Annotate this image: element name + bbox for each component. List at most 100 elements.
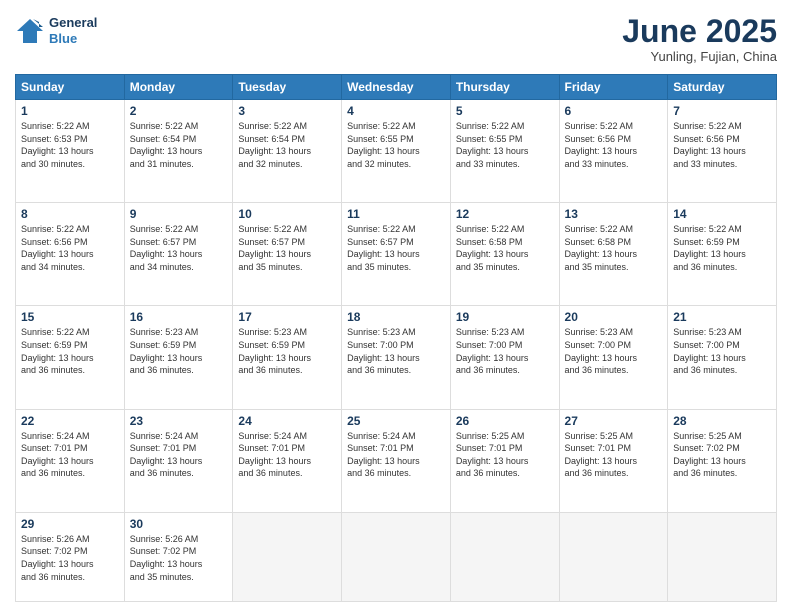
day-info: Sunrise: 5:24 AM Sunset: 7:01 PM Dayligh… xyxy=(238,430,336,480)
day-number: 18 xyxy=(347,310,445,324)
calendar-cell: 8Sunrise: 5:22 AM Sunset: 6:56 PM Daylig… xyxy=(16,203,125,306)
calendar-cell: 17Sunrise: 5:23 AM Sunset: 6:59 PM Dayli… xyxy=(233,306,342,409)
calendar-cell xyxy=(342,512,451,601)
title-area: June 2025 Yunling, Fujian, China xyxy=(622,15,777,64)
calendar-cell: 12Sunrise: 5:22 AM Sunset: 6:58 PM Dayli… xyxy=(450,203,559,306)
header: General Blue June 2025 Yunling, Fujian, … xyxy=(15,15,777,64)
calendar-cell: 25Sunrise: 5:24 AM Sunset: 7:01 PM Dayli… xyxy=(342,409,451,512)
logo-text: General Blue xyxy=(49,15,97,46)
day-number: 9 xyxy=(130,207,228,221)
day-info: Sunrise: 5:25 AM Sunset: 7:02 PM Dayligh… xyxy=(673,430,771,480)
calendar-cell: 1 Sunrise: 5:22 AM Sunset: 6:53 PM Daylig… xyxy=(16,100,125,203)
day-number: 13 xyxy=(565,207,663,221)
day-number: 20 xyxy=(565,310,663,324)
day-number: 27 xyxy=(565,414,663,428)
day-number: 10 xyxy=(238,207,336,221)
day-number: 8 xyxy=(21,207,119,221)
day-number: 30 xyxy=(130,517,228,531)
day-info: Sunrise: 5:23 AM Sunset: 7:00 PM Dayligh… xyxy=(456,326,554,376)
weekday-header-saturday: Saturday xyxy=(668,75,777,100)
calendar-cell: 21 Sunrise: 5:23 AM Sunset: 7:00 PM Dayli… xyxy=(668,306,777,409)
weekday-header-tuesday: Tuesday xyxy=(233,75,342,100)
day-number: 22 xyxy=(21,414,119,428)
day-info: Sunrise: 5:24 AM Sunset: 7:01 PM Dayligh… xyxy=(347,430,445,480)
calendar-cell: 30 Sunrise: 5:26 AM Sunset: 7:02 PM Dayli… xyxy=(124,512,233,601)
day-number: 3 xyxy=(238,104,336,118)
day-info: Sunrise: 5:22 AM Sunset: 6:57 PM Dayligh… xyxy=(130,223,228,273)
weekday-header-monday: Monday xyxy=(124,75,233,100)
day-info: Sunrise: 5:22 AM Sunset: 6:53 PM Dayligh… xyxy=(21,120,119,170)
calendar-cell: 22Sunrise: 5:24 AM Sunset: 7:01 PM Dayli… xyxy=(16,409,125,512)
calendar-cell: 24 Sunrise: 5:24 AM Sunset: 7:01 PM Dayli… xyxy=(233,409,342,512)
day-info: Sunrise: 5:25 AM Sunset: 7:01 PM Dayligh… xyxy=(456,430,554,480)
calendar-cell: 15Sunrise: 5:22 AM Sunset: 6:59 PM Dayli… xyxy=(16,306,125,409)
day-info: Sunrise: 5:25 AM Sunset: 7:01 PM Dayligh… xyxy=(565,430,663,480)
day-number: 11 xyxy=(347,207,445,221)
calendar-week-1: 1 Sunrise: 5:22 AM Sunset: 6:53 PM Daylig… xyxy=(16,100,777,203)
day-info: Sunrise: 5:23 AM Sunset: 6:59 PM Dayligh… xyxy=(130,326,228,376)
calendar-cell: 6 Sunrise: 5:22 AM Sunset: 6:56 PM Daylig… xyxy=(559,100,668,203)
calendar-cell: 16 Sunrise: 5:23 AM Sunset: 6:59 PM Dayli… xyxy=(124,306,233,409)
day-info: Sunrise: 5:22 AM Sunset: 6:59 PM Dayligh… xyxy=(673,223,771,273)
calendar-table: SundayMondayTuesdayWednesdayThursdayFrid… xyxy=(15,74,777,602)
day-number: 6 xyxy=(565,104,663,118)
day-info: Sunrise: 5:22 AM Sunset: 6:55 PM Dayligh… xyxy=(456,120,554,170)
day-number: 26 xyxy=(456,414,554,428)
calendar-week-5: 29Sunrise: 5:26 AM Sunset: 7:02 PM Dayli… xyxy=(16,512,777,601)
day-info: Sunrise: 5:22 AM Sunset: 6:54 PM Dayligh… xyxy=(238,120,336,170)
calendar-cell: 13 Sunrise: 5:22 AM Sunset: 6:58 PM Dayli… xyxy=(559,203,668,306)
calendar-cell: 9 Sunrise: 5:22 AM Sunset: 6:57 PM Daylig… xyxy=(124,203,233,306)
day-info: Sunrise: 5:22 AM Sunset: 6:58 PM Dayligh… xyxy=(456,223,554,273)
logo: General Blue xyxy=(15,15,97,46)
weekday-header-friday: Friday xyxy=(559,75,668,100)
calendar-cell: 26 Sunrise: 5:25 AM Sunset: 7:01 PM Dayli… xyxy=(450,409,559,512)
calendar-cell: 2 Sunrise: 5:22 AM Sunset: 6:54 PM Daylig… xyxy=(124,100,233,203)
calendar-cell: 18 Sunrise: 5:23 AM Sunset: 7:00 PM Dayli… xyxy=(342,306,451,409)
page: General Blue June 2025 Yunling, Fujian, … xyxy=(0,0,792,612)
day-info: Sunrise: 5:22 AM Sunset: 6:59 PM Dayligh… xyxy=(21,326,119,376)
calendar-body: 1 Sunrise: 5:22 AM Sunset: 6:53 PM Daylig… xyxy=(16,100,777,602)
day-info: Sunrise: 5:22 AM Sunset: 6:58 PM Dayligh… xyxy=(565,223,663,273)
day-info: Sunrise: 5:23 AM Sunset: 7:00 PM Dayligh… xyxy=(565,326,663,376)
month-title: June 2025 xyxy=(622,15,777,47)
day-number: 28 xyxy=(673,414,771,428)
calendar-cell: 11Sunrise: 5:22 AM Sunset: 6:57 PM Dayli… xyxy=(342,203,451,306)
day-info: Sunrise: 5:22 AM Sunset: 6:55 PM Dayligh… xyxy=(347,120,445,170)
day-number: 21 xyxy=(673,310,771,324)
calendar-cell: 7 Sunrise: 5:22 AM Sunset: 6:56 PM Daylig… xyxy=(668,100,777,203)
day-info: Sunrise: 5:22 AM Sunset: 6:57 PM Dayligh… xyxy=(238,223,336,273)
day-number: 5 xyxy=(456,104,554,118)
weekday-header-sunday: Sunday xyxy=(16,75,125,100)
calendar-week-4: 22 Sunrise: 5:24 AM Sunset: 7:01 PM Dayli… xyxy=(16,409,777,512)
day-info: Sunrise: 5:26 AM Sunset: 7:02 PM Dayligh… xyxy=(21,533,119,583)
weekday-header-thursday: Thursday xyxy=(450,75,559,100)
day-info: Sunrise: 5:22 AM Sunset: 6:56 PM Dayligh… xyxy=(673,120,771,170)
calendar-cell: 23 Sunrise: 5:24 AM Sunset: 7:01 PM Dayli… xyxy=(124,409,233,512)
day-number: 23 xyxy=(130,414,228,428)
calendar-cell: 20 Sunrise: 5:23 AM Sunset: 7:00 PM Dayli… xyxy=(559,306,668,409)
day-number: 17 xyxy=(238,310,336,324)
day-number: 2 xyxy=(130,104,228,118)
day-info: Sunrise: 5:23 AM Sunset: 7:00 PM Dayligh… xyxy=(673,326,771,376)
calendar-cell xyxy=(559,512,668,601)
day-number: 16 xyxy=(130,310,228,324)
day-number: 14 xyxy=(673,207,771,221)
calendar-cell xyxy=(668,512,777,601)
calendar-cell xyxy=(233,512,342,601)
calendar-cell xyxy=(450,512,559,601)
calendar-cell: 3 Sunrise: 5:22 AM Sunset: 6:54 PM Daylig… xyxy=(233,100,342,203)
day-number: 7 xyxy=(673,104,771,118)
day-info: Sunrise: 5:26 AM Sunset: 7:02 PM Dayligh… xyxy=(130,533,228,583)
day-info: Sunrise: 5:22 AM Sunset: 6:56 PM Dayligh… xyxy=(565,120,663,170)
calendar-cell: 28 Sunrise: 5:25 AM Sunset: 7:02 PM Dayli… xyxy=(668,409,777,512)
calendar-week-2: 8Sunrise: 5:22 AM Sunset: 6:56 PM Daylig… xyxy=(16,203,777,306)
day-number: 19 xyxy=(456,310,554,324)
calendar-cell: 10 Sunrise: 5:22 AM Sunset: 6:57 PM Dayli… xyxy=(233,203,342,306)
calendar-cell: 4Sunrise: 5:22 AM Sunset: 6:55 PM Daylig… xyxy=(342,100,451,203)
calendar-cell: 27 Sunrise: 5:25 AM Sunset: 7:01 PM Dayli… xyxy=(559,409,668,512)
day-info: Sunrise: 5:24 AM Sunset: 7:01 PM Dayligh… xyxy=(130,430,228,480)
day-info: Sunrise: 5:22 AM Sunset: 6:54 PM Dayligh… xyxy=(130,120,228,170)
day-info: Sunrise: 5:23 AM Sunset: 7:00 PM Dayligh… xyxy=(347,326,445,376)
day-number: 24 xyxy=(238,414,336,428)
day-number: 1 xyxy=(21,104,119,118)
